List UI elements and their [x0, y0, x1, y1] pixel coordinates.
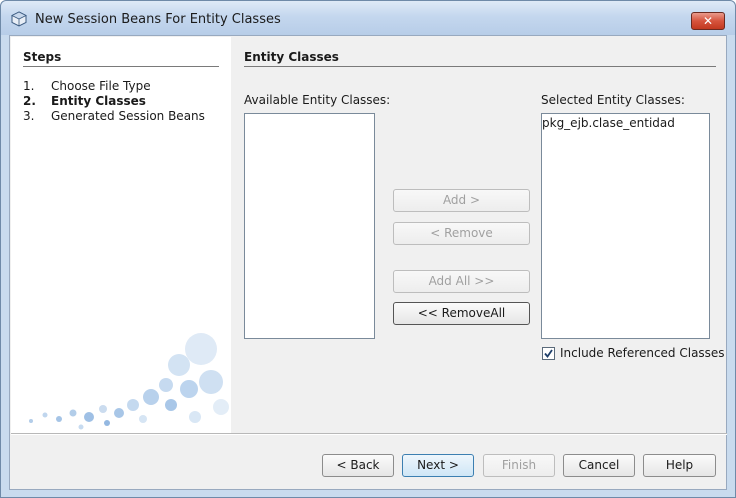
step-number: 2. — [23, 94, 36, 108]
selected-classes-list[interactable]: pkg_ejb.clase_entidad — [541, 113, 710, 339]
add-all-button[interactable]: Add All >> — [393, 270, 530, 293]
dialog-body: Steps 1. Choose File Type 2. Entity Classe… — [9, 35, 727, 490]
step-entity-classes: 2. Entity Classes — [23, 94, 146, 108]
step-label: Entity Classes — [51, 94, 146, 108]
step-label: Choose File Type — [51, 79, 151, 93]
finish-button[interactable]: Finish — [483, 454, 555, 477]
close-button[interactable]: ✕ — [691, 12, 725, 30]
next-button[interactable]: Next > — [402, 454, 474, 477]
steps-heading: Steps — [23, 50, 62, 64]
decorative-bubbles-graphic — [29, 333, 229, 430]
step-choose-file-type: 1. Choose File Type — [23, 79, 151, 93]
include-referenced-label[interactable]: Include Referenced Classes — [560, 346, 725, 360]
steps-panel: Steps 1. Choose File Type 2. Entity Classe… — [11, 37, 231, 433]
panel-title: Entity Classes — [244, 50, 339, 64]
remove-all-button[interactable]: << RemoveAll — [393, 302, 530, 325]
step-generated-session-beans: 3. Generated Session Beans — [23, 109, 205, 123]
panel-title-divider — [244, 66, 716, 67]
netbeans-cube-icon — [11, 11, 27, 27]
dialog-window: New Session Beans For Entity Classes ✕ S… — [0, 0, 736, 498]
steps-divider — [23, 66, 219, 67]
remove-button[interactable]: < Remove — [393, 222, 530, 245]
entity-classes-panel: Entity Classes Available Entity Classes:… — [232, 37, 726, 433]
close-icon: ✕ — [702, 14, 714, 28]
available-classes-list[interactable] — [244, 113, 375, 339]
step-label: Generated Session Beans — [51, 109, 205, 123]
selected-classes-label: Selected Entity Classes: — [541, 93, 685, 107]
include-referenced-checkbox[interactable] — [542, 347, 555, 360]
footer-divider-highlight — [11, 434, 727, 435]
checkmark-icon — [544, 349, 553, 358]
window-title: New Session Beans For Entity Classes — [35, 12, 281, 27]
step-number: 1. — [23, 79, 35, 93]
title-bar[interactable]: New Session Beans For Entity Classes ✕ — [1, 1, 735, 35]
add-button[interactable]: Add > — [393, 189, 530, 212]
help-button[interactable]: Help — [643, 454, 716, 477]
cancel-button[interactable]: Cancel — [563, 454, 635, 477]
step-number: 3. — [23, 109, 35, 123]
available-classes-label: Available Entity Classes: — [244, 93, 391, 107]
list-item[interactable]: pkg_ejb.clase_entidad — [542, 116, 675, 130]
back-button[interactable]: < Back — [322, 454, 394, 477]
